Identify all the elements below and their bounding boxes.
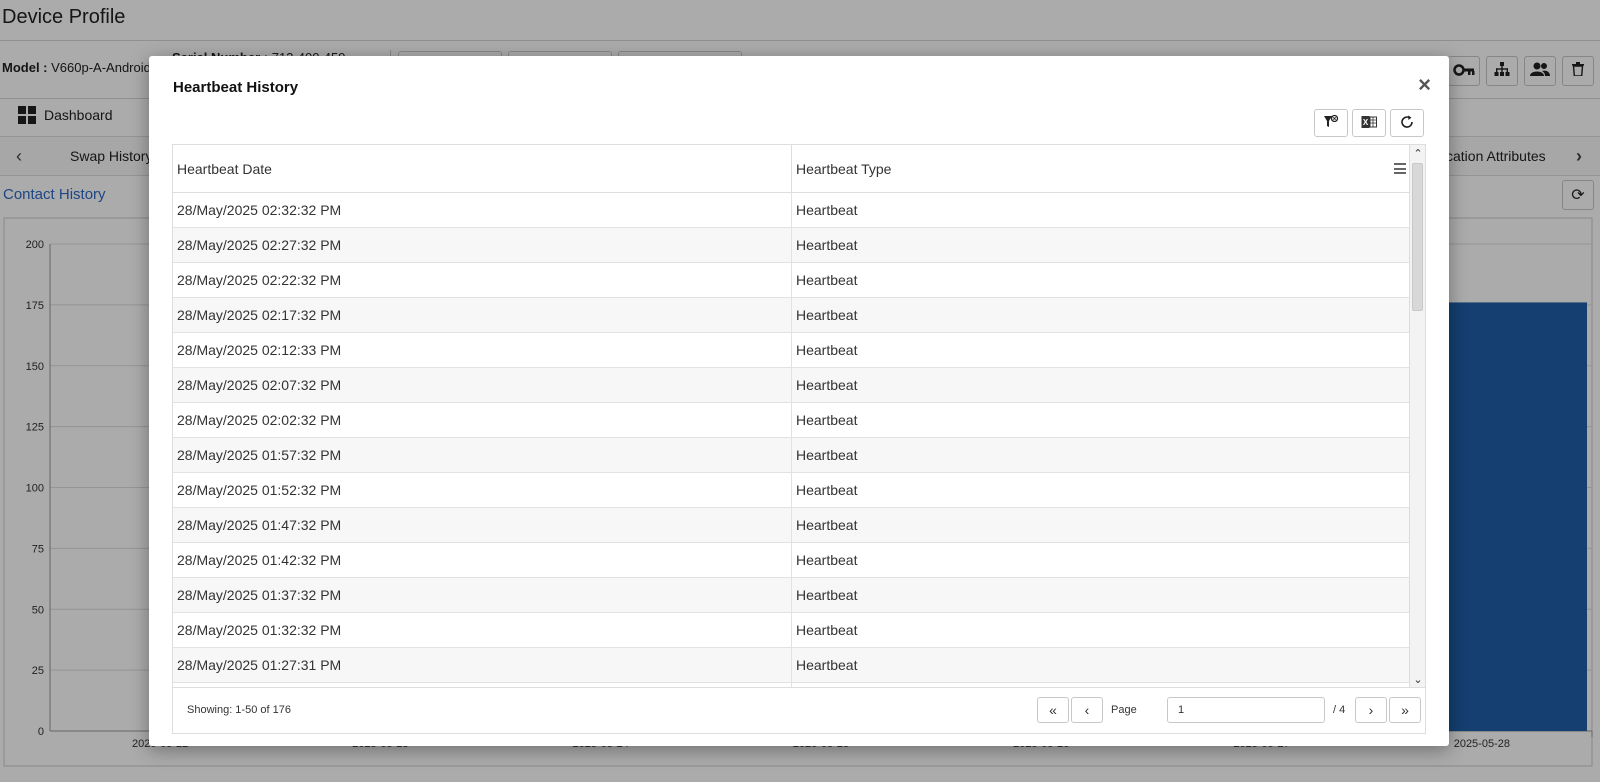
heartbeat-date-cell: 28/May/2025 02:17:32 PM xyxy=(173,298,792,332)
double-chevron-left-icon: « xyxy=(1049,702,1057,718)
table-row[interactable]: 28/May/2025 02:12:33 PM Heartbeat xyxy=(173,333,1410,368)
page-label: Page xyxy=(1111,704,1137,716)
column-header-type-label: Heartbeat Type xyxy=(796,161,892,177)
heartbeat-date-cell: 28/May/2025 02:22:32 PM xyxy=(173,263,792,297)
clear-filter-button[interactable] xyxy=(1314,109,1348,137)
chevron-left-icon: ‹ xyxy=(1084,702,1090,718)
column-menu-icon[interactable] xyxy=(1394,163,1406,174)
close-icon[interactable]: × xyxy=(1418,74,1431,96)
table-row[interactable]: 28/May/2025 01:27:31 PM Heartbeat xyxy=(173,648,1410,683)
heartbeat-type-cell: Heartbeat xyxy=(796,342,858,358)
heartbeat-type-cell: Heartbeat xyxy=(796,552,858,568)
scrollbar-thumb[interactable] xyxy=(1412,163,1423,311)
table-row[interactable]: 28/May/2025 01:52:32 PM Heartbeat xyxy=(173,473,1410,508)
table-row[interactable]: 28/May/2025 01:47:32 PM Heartbeat xyxy=(173,508,1410,543)
heartbeat-date-cell: 28/May/2025 02:02:32 PM xyxy=(173,403,792,437)
column-header-type[interactable]: Heartbeat Type xyxy=(792,145,1410,193)
page-total: / 4 xyxy=(1333,704,1346,716)
column-header-date[interactable]: Heartbeat Date xyxy=(173,145,792,193)
table-row[interactable]: 28/May/2025 01:42:32 PM Heartbeat xyxy=(173,543,1410,578)
heartbeat-date-cell: 28/May/2025 01:37:32 PM xyxy=(173,578,792,612)
table-row[interactable]: 28/May/2025 02:17:32 PM Heartbeat xyxy=(173,298,1410,333)
grid-body: 28/May/2025 02:32:32 PM Heartbeat 28/May/2… xyxy=(173,193,1410,687)
page-number-input[interactable] xyxy=(1167,697,1325,723)
heartbeat-date-cell: 28/May/2025 01:42:32 PM xyxy=(173,543,792,577)
grid-vertical-scrollbar[interactable]: ⌃ ⌄ xyxy=(1409,145,1425,687)
table-row[interactable]: 28/May/2025 02:27:32 PM Heartbeat xyxy=(173,228,1410,263)
grid-pager: Showing: 1-50 of 176 « ‹ Page / 4 › » xyxy=(173,687,1425,733)
prev-page-button[interactable]: ‹ xyxy=(1071,697,1103,723)
heartbeat-type-cell: Heartbeat xyxy=(796,237,858,253)
next-page-button[interactable]: › xyxy=(1355,697,1387,723)
heartbeat-date-cell: 28/May/2025 02:12:33 PM xyxy=(173,333,792,367)
table-row[interactable]: 28/May/2025 02:02:32 PM Heartbeat xyxy=(173,403,1410,438)
heartbeat-date-cell: 28/May/2025 01:47:32 PM xyxy=(173,508,792,542)
heartbeat-type-cell: Heartbeat xyxy=(796,587,858,603)
heartbeat-type-cell: Heartbeat xyxy=(796,377,858,393)
heartbeat-type-cell: Heartbeat xyxy=(796,482,858,498)
table-row[interactable]: 28/May/2025 02:22:32 PM Heartbeat xyxy=(173,263,1410,298)
heartbeat-type-cell: Heartbeat xyxy=(796,307,858,323)
double-chevron-right-icon: » xyxy=(1401,702,1409,718)
heartbeat-date-cell: 28/May/2025 02:27:32 PM xyxy=(173,228,792,262)
svg-text:X: X xyxy=(1363,118,1369,127)
scroll-down-icon[interactable]: ⌄ xyxy=(1410,671,1426,687)
heartbeat-date-cell: 28/May/2025 01:27:31 PM xyxy=(173,648,792,682)
table-row[interactable]: 28/May/2025 01:32:32 PM Heartbeat xyxy=(173,613,1410,648)
showing-count: Showing: 1-50 of 176 xyxy=(187,704,291,716)
heartbeat-type-cell: Heartbeat xyxy=(796,622,858,638)
heartbeat-type-cell: Heartbeat xyxy=(796,202,858,218)
first-page-button[interactable]: « xyxy=(1037,697,1069,723)
table-row[interactable]: 28/May/2025 02:32:32 PM Heartbeat xyxy=(173,193,1410,228)
heartbeat-type-cell: Heartbeat xyxy=(796,657,858,673)
heartbeat-type-cell: Heartbeat xyxy=(796,272,858,288)
heartbeat-date-cell: 28/May/2025 01:52:32 PM xyxy=(173,473,792,507)
heartbeat-date-cell: 28/May/2025 02:32:32 PM xyxy=(173,193,792,227)
heartbeat-history-modal: Heartbeat History × X Heartbeat Date Hea… xyxy=(149,56,1449,746)
modal-title: Heartbeat History xyxy=(173,79,299,96)
grid-header: Heartbeat Date Heartbeat Type xyxy=(173,145,1410,193)
table-row[interactable]: 28/May/2025 02:07:32 PM Heartbeat xyxy=(173,368,1410,403)
grid-refresh-button[interactable] xyxy=(1390,109,1424,137)
chevron-right-icon: › xyxy=(1368,702,1374,718)
export-excel-button[interactable]: X xyxy=(1352,109,1386,137)
heartbeat-grid: Heartbeat Date Heartbeat Type 28/May/202… xyxy=(172,144,1426,734)
last-page-button[interactable]: » xyxy=(1389,697,1421,723)
heartbeat-type-cell: Heartbeat xyxy=(796,517,858,533)
heartbeat-date-cell: 28/May/2025 02:07:32 PM xyxy=(173,368,792,402)
heartbeat-date-cell: 28/May/2025 01:32:32 PM xyxy=(173,613,792,647)
heartbeat-type-cell: Heartbeat xyxy=(796,412,858,428)
refresh-icon xyxy=(1399,114,1415,133)
heartbeat-date-cell: 28/May/2025 01:57:32 PM xyxy=(173,438,792,472)
excel-export-icon: X xyxy=(1361,115,1377,132)
heartbeat-type-cell: Heartbeat xyxy=(796,447,858,463)
scroll-up-icon[interactable]: ⌃ xyxy=(1410,145,1426,161)
table-row[interactable]: 28/May/2025 01:37:32 PM Heartbeat xyxy=(173,578,1410,613)
table-row[interactable]: 28/May/2025 01:57:32 PM Heartbeat xyxy=(173,438,1410,473)
filter-clear-icon xyxy=(1323,114,1339,133)
